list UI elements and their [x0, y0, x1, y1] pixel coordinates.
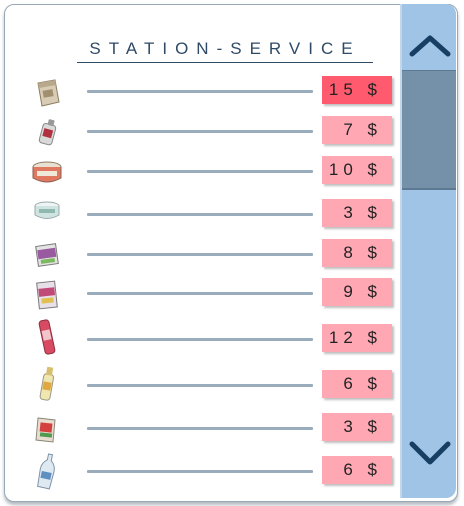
- item-line: [87, 90, 313, 93]
- price-tag[interactable]: 6 $: [322, 370, 392, 398]
- scroll-up-button[interactable]: [402, 4, 456, 70]
- flour-sack-icon: [29, 76, 65, 110]
- price-tag[interactable]: 12 $: [322, 324, 392, 352]
- item-line: [87, 130, 313, 133]
- shop-panel: STATION-SERVICE 15 $ 7 $ 10 $ 3 $ 8 $ 9 …: [4, 4, 458, 502]
- list-item[interactable]: 12 $: [29, 319, 399, 355]
- small-tin-icon: [29, 199, 65, 233]
- tin-can-icon: [29, 278, 65, 312]
- food-tin-icon: [29, 156, 65, 190]
- drink-can-icon: [29, 316, 65, 355]
- bottle-icon: [29, 364, 65, 401]
- price-tag[interactable]: 7 $: [322, 116, 392, 144]
- list-item[interactable]: 7 $: [29, 116, 399, 146]
- list-item[interactable]: 15 $: [29, 76, 399, 107]
- spray-can-icon: [29, 116, 65, 150]
- price-tag[interactable]: 3 $: [322, 199, 392, 227]
- list-item[interactable]: 10 $: [29, 156, 399, 186]
- price-tag[interactable]: 6 $: [322, 456, 392, 484]
- snack-box-icon: [29, 413, 65, 447]
- item-line: [87, 292, 313, 295]
- canned-food-icon: [29, 239, 65, 273]
- shop-title: STATION-SERVICE: [77, 39, 373, 63]
- chevron-up-icon: [409, 35, 451, 57]
- scrollbar[interactable]: [400, 4, 456, 498]
- item-line: [87, 384, 313, 387]
- list-item[interactable]: 3 $: [29, 199, 399, 229]
- list-item[interactable]: 6 $: [29, 366, 399, 401]
- list-item[interactable]: 8 $: [29, 239, 399, 269]
- item-line: [87, 338, 313, 341]
- list-item[interactable]: 9 $: [29, 278, 399, 310]
- price-tag[interactable]: 10 $: [322, 156, 392, 184]
- price-tag[interactable]: 9 $: [322, 278, 392, 306]
- item-line: [87, 470, 313, 473]
- list-item[interactable]: 3 $: [29, 413, 399, 443]
- list-item[interactable]: 6 $: [29, 453, 399, 490]
- item-line: [87, 427, 313, 430]
- item-line: [87, 253, 313, 256]
- price-tag[interactable]: 8 $: [322, 239, 392, 267]
- scroll-down-button[interactable]: [402, 428, 456, 498]
- item-line: [87, 213, 313, 216]
- scroll-thumb[interactable]: [402, 70, 456, 190]
- price-tag[interactable]: 3 $: [322, 413, 392, 441]
- water-bottle-icon: [29, 450, 65, 490]
- chevron-down-icon: [409, 441, 451, 465]
- price-tag[interactable]: 15 $: [322, 76, 392, 104]
- item-line: [87, 170, 313, 173]
